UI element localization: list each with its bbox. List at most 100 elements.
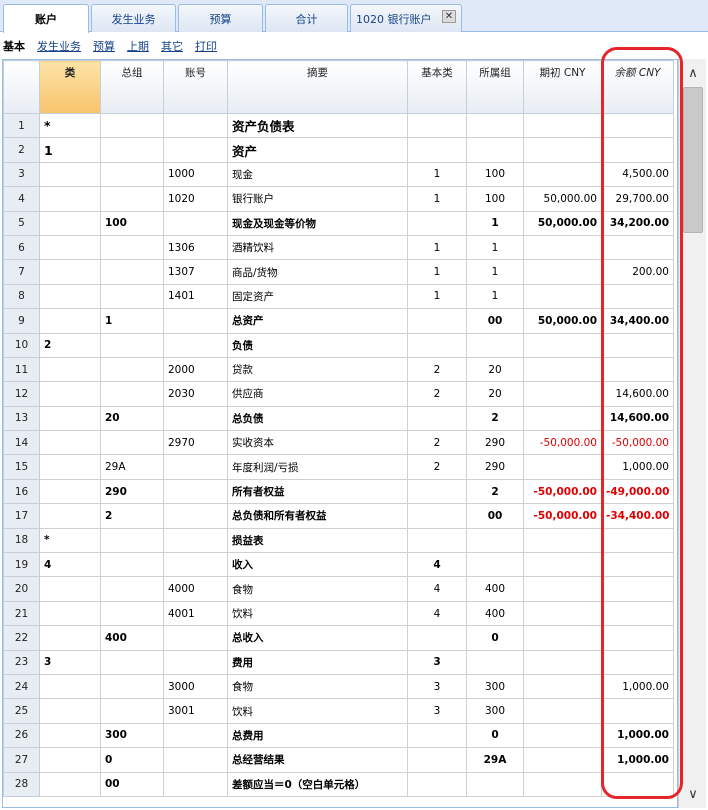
cell-description[interactable]: 差额应当＝0（空白单元格） bbox=[227, 771, 408, 797]
table-row[interactable]: 12 2030 供应商 2 20 14,600.00 bbox=[3, 381, 674, 407]
cell-description[interactable]: 年度利润/亏损 bbox=[227, 454, 408, 480]
cell-balance[interactable] bbox=[601, 698, 674, 724]
cell-opening[interactable] bbox=[523, 234, 602, 261]
cell-opening[interactable] bbox=[523, 381, 602, 407]
tab-accounts[interactable]: 账户 bbox=[3, 4, 89, 33]
table-row[interactable]: 17 2 总负债和所有者权益 00 -50,000.00 -34,400.00 bbox=[3, 503, 674, 529]
row-number[interactable]: 25 bbox=[3, 698, 40, 724]
tab-transactions[interactable]: 发生业务 bbox=[91, 4, 176, 32]
table-row[interactable]: 25 3001 饮料 3 300 bbox=[3, 698, 674, 724]
cell-opening[interactable] bbox=[523, 405, 602, 432]
row-number[interactable]: 17 bbox=[3, 503, 40, 529]
cell-bclass[interactable] bbox=[407, 625, 467, 651]
cell-group[interactable]: 290 bbox=[100, 478, 164, 505]
view-budget-link[interactable]: 预算 bbox=[93, 38, 115, 54]
cell-account[interactable] bbox=[163, 503, 228, 529]
cell-class[interactable] bbox=[39, 186, 101, 212]
cell-description[interactable]: 所有者权益 bbox=[227, 478, 408, 505]
cell-sumin[interactable]: 1 bbox=[466, 210, 524, 236]
row-number[interactable]: 24 bbox=[3, 673, 40, 700]
cell-opening[interactable] bbox=[523, 259, 602, 285]
cell-class[interactable] bbox=[39, 747, 101, 773]
cell-bclass[interactable]: 3 bbox=[407, 698, 467, 724]
row-number[interactable]: 28 bbox=[3, 771, 40, 797]
cell-opening[interactable]: -50,000.00 bbox=[523, 430, 602, 456]
cell-class[interactable]: 1 bbox=[39, 137, 101, 163]
cell-opening[interactable] bbox=[523, 649, 602, 675]
cell-balance[interactable] bbox=[601, 527, 674, 554]
cell-group[interactable] bbox=[100, 698, 164, 724]
row-number[interactable]: 6 bbox=[3, 234, 40, 261]
cell-description[interactable]: 银行账户 bbox=[227, 186, 408, 212]
cell-description[interactable]: 资产负债表 bbox=[227, 112, 408, 139]
cell-balance[interactable] bbox=[601, 234, 674, 261]
row-number[interactable]: 8 bbox=[3, 283, 40, 310]
cell-account[interactable]: 1306 bbox=[163, 234, 228, 261]
cell-bclass[interactable]: 2 bbox=[407, 454, 467, 480]
cell-bclass[interactable] bbox=[407, 112, 467, 139]
cell-bclass[interactable]: 1 bbox=[407, 161, 467, 188]
table-row[interactable]: 2 1 资产 bbox=[3, 137, 674, 163]
cell-balance[interactable]: 29,700.00 bbox=[601, 186, 674, 212]
row-number[interactable]: 27 bbox=[3, 747, 40, 773]
cell-opening[interactable] bbox=[523, 283, 602, 310]
cell-balance[interactable]: 200.00 bbox=[601, 259, 674, 285]
cell-sumin[interactable]: 100 bbox=[466, 161, 524, 188]
cell-bclass[interactable]: 3 bbox=[407, 649, 467, 675]
cell-bclass[interactable]: 3 bbox=[407, 673, 467, 700]
cell-group[interactable] bbox=[100, 552, 164, 578]
cell-class[interactable] bbox=[39, 283, 101, 310]
row-number[interactable]: 9 bbox=[3, 308, 40, 334]
table-row[interactable]: 11 2000 贷款 2 20 bbox=[3, 356, 674, 383]
view-basic[interactable]: 基本 bbox=[3, 38, 25, 54]
cell-account[interactable] bbox=[163, 478, 228, 505]
row-number[interactable]: 12 bbox=[3, 381, 40, 407]
row-number[interactable]: 23 bbox=[3, 649, 40, 675]
cell-account[interactable]: 1401 bbox=[163, 283, 228, 310]
cell-balance[interactable]: -50,000.00 bbox=[601, 430, 674, 456]
cell-account[interactable] bbox=[163, 454, 228, 480]
table-row[interactable]: 10 2 负债 bbox=[3, 332, 674, 358]
cell-class[interactable] bbox=[39, 771, 101, 797]
cell-group[interactable] bbox=[100, 137, 164, 163]
cell-bclass[interactable] bbox=[407, 722, 467, 749]
cell-account[interactable]: 3000 bbox=[163, 673, 228, 700]
row-number-header[interactable] bbox=[3, 60, 40, 114]
cell-balance[interactable]: 34,400.00 bbox=[601, 308, 674, 334]
view-previous-year-link[interactable]: 上期 bbox=[127, 38, 149, 54]
cell-opening[interactable] bbox=[523, 454, 602, 480]
cell-sumin[interactable]: 1 bbox=[466, 283, 524, 310]
row-number[interactable]: 20 bbox=[3, 576, 40, 602]
column-header-description[interactable]: 摘要 bbox=[227, 60, 408, 114]
cell-group[interactable] bbox=[100, 234, 164, 261]
cell-opening[interactable]: -50,000.00 bbox=[523, 503, 602, 529]
cell-balance[interactable] bbox=[601, 576, 674, 602]
cell-bclass[interactable]: 2 bbox=[407, 381, 467, 407]
cell-sumin[interactable]: 300 bbox=[466, 673, 524, 700]
column-header-sumin[interactable]: 所属组 bbox=[466, 60, 524, 114]
cell-class[interactable] bbox=[39, 308, 101, 334]
cell-sumin[interactable]: 1 bbox=[466, 259, 524, 285]
cell-balance[interactable] bbox=[601, 771, 674, 797]
row-number[interactable]: 18 bbox=[3, 527, 40, 554]
cell-account[interactable] bbox=[163, 308, 228, 334]
cell-sumin[interactable]: 1 bbox=[466, 234, 524, 261]
row-number[interactable]: 11 bbox=[3, 356, 40, 383]
cell-group[interactable]: 29A bbox=[100, 454, 164, 480]
cell-description[interactable]: 负债 bbox=[227, 332, 408, 358]
table-row[interactable]: 1 * 资产负债表 bbox=[3, 112, 674, 139]
cell-group[interactable]: 300 bbox=[100, 722, 164, 749]
cell-opening[interactable] bbox=[523, 112, 602, 139]
cell-class[interactable] bbox=[39, 478, 101, 505]
scroll-down-icon[interactable]: ∨ bbox=[679, 782, 707, 806]
table-row[interactable]: 19 4 收入 4 bbox=[3, 552, 674, 578]
row-number[interactable]: 3 bbox=[3, 161, 40, 188]
cell-class[interactable]: 3 bbox=[39, 649, 101, 675]
cell-account[interactable] bbox=[163, 137, 228, 163]
cell-opening[interactable] bbox=[523, 625, 602, 651]
cell-sumin[interactable]: 20 bbox=[466, 356, 524, 383]
cell-description[interactable]: 酒精饮料 bbox=[227, 234, 408, 261]
cell-balance[interactable] bbox=[601, 283, 674, 310]
cell-account[interactable] bbox=[163, 405, 228, 432]
table-row[interactable]: 9 1 总资产 00 50,000.00 34,400.00 bbox=[3, 308, 674, 334]
